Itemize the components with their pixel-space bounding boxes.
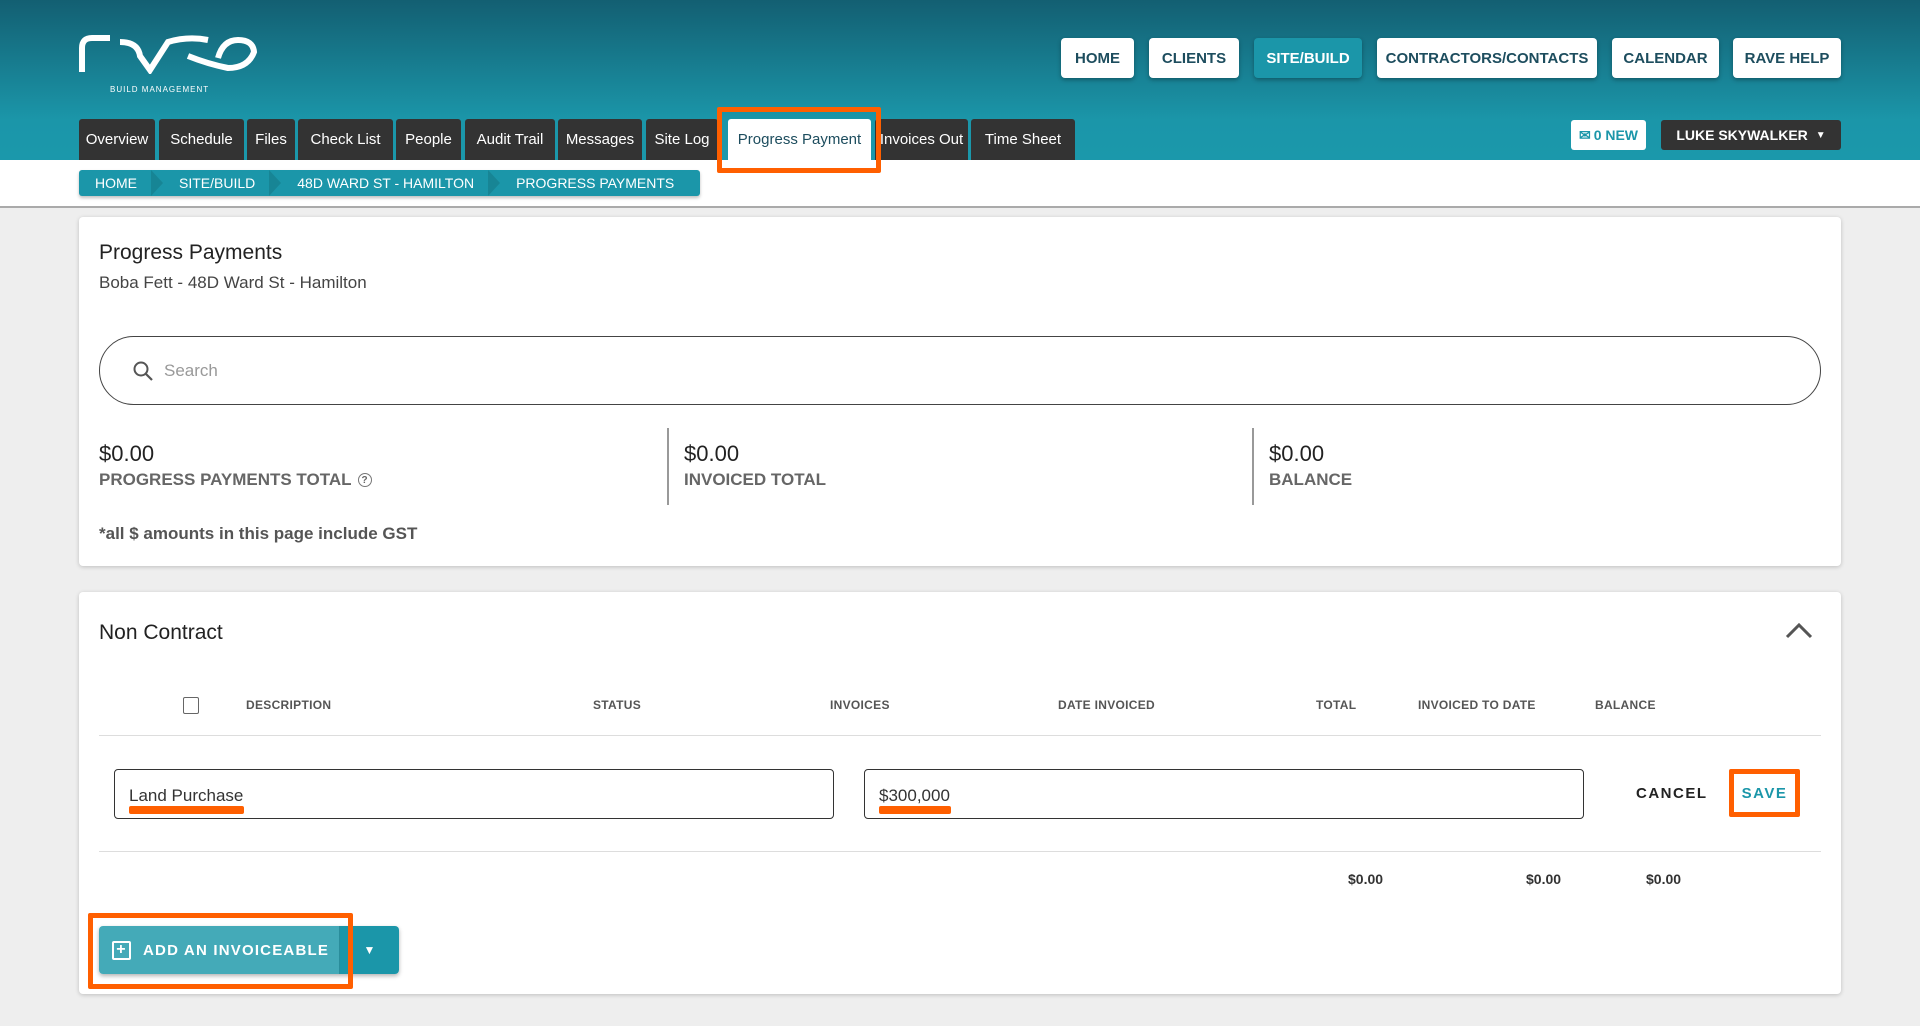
save-button[interactable]: SAVE — [1729, 769, 1800, 817]
balance-value: $0.00 — [1269, 441, 1325, 466]
tab-files[interactable]: Files — [247, 119, 295, 160]
nav-calendar[interactable]: CALENDAR — [1612, 38, 1719, 78]
highlight-box — [88, 913, 353, 989]
nav-home[interactable]: HOME — [1061, 38, 1134, 78]
caret-down-icon: ▼ — [1815, 129, 1826, 141]
nav-site-build[interactable]: SITE/BUILD — [1254, 38, 1362, 78]
progress-total-value: $0.00 — [99, 441, 155, 466]
balance-label: BALANCE — [1269, 470, 1353, 489]
progress-total-label: PROGRESS PAYMENTS TOTAL — [99, 470, 352, 489]
messages-count: 0 NEW — [1593, 127, 1639, 143]
col-invoiced-to-date: INVOICED TO DATE — [1418, 698, 1536, 712]
breadcrumb-progress-payments[interactable]: PROGRESS PAYMENTS — [500, 170, 700, 196]
nav-clients[interactable]: CLIENTS — [1149, 38, 1239, 78]
breadcrumb-site-build[interactable]: SITE/BUILD — [163, 170, 282, 196]
amount-input[interactable]: $300,000 — [864, 769, 1584, 819]
breadcrumb-home[interactable]: HOME — [79, 170, 163, 196]
tab-check-list[interactable]: Check List — [298, 119, 393, 160]
tab-schedule[interactable]: Schedule — [159, 119, 244, 160]
stat-divider — [1252, 428, 1254, 505]
tab-audit-trail[interactable]: Audit Trail — [465, 119, 555, 160]
nav-contractors-contacts[interactable]: CONTRACTORS/CONTACTS — [1377, 38, 1597, 78]
tab-overview[interactable]: Overview — [79, 119, 155, 160]
tab-site-log[interactable]: Site Log — [646, 119, 718, 160]
search-input[interactable]: Search — [99, 336, 1821, 405]
description-input[interactable]: Land Purchase — [114, 769, 834, 819]
select-all-checkbox[interactable] — [183, 697, 199, 714]
help-icon[interactable]: ? — [357, 473, 372, 487]
balance-sum: $0.00 — [1646, 871, 1682, 887]
page-title: Progress Payments — [99, 241, 283, 264]
messages-button[interactable]: ✉ 0 NEW — [1571, 120, 1646, 150]
description-value: Land Purchase — [129, 786, 244, 805]
page-subtitle: Boba Fett - 48D Ward St - Hamilton — [99, 273, 367, 292]
invoiced-total-value: $0.00 — [684, 441, 740, 466]
caret-down-icon: ▼ — [363, 943, 376, 957]
col-invoices: INVOICES — [830, 698, 890, 712]
gst-note: *all $ amounts in this page include GST — [99, 524, 418, 543]
invoiced-total-label: INVOICED TOTAL — [684, 470, 826, 489]
col-date-invoiced: DATE INVOICED — [1058, 698, 1156, 712]
total-sum: $0.00 — [1348, 871, 1384, 887]
user-menu[interactable]: LUKE SKYWALKER ▼ — [1661, 120, 1841, 150]
logo-tagline: BUILD MANAGEMENT — [110, 85, 210, 94]
user-name: LUKE SKYWALKER — [1676, 127, 1808, 143]
search-icon — [133, 361, 153, 381]
stat-divider — [667, 428, 669, 505]
col-total: TOTAL — [1316, 698, 1357, 712]
tab-invoices-out[interactable]: Invoices Out — [875, 119, 968, 160]
breadcrumb-site[interactable]: 48D WARD ST - HAMILTON — [281, 170, 500, 196]
breadcrumb: HOME SITE/BUILD 48D WARD ST - HAMILTON P… — [79, 170, 701, 196]
chevron-up-icon[interactable] — [1784, 620, 1814, 640]
search-placeholder: Search — [164, 360, 218, 380]
invoiced-to-date-sum: $0.00 — [1526, 871, 1562, 887]
highlight-box — [717, 107, 881, 173]
col-balance: BALANCE — [1595, 698, 1656, 712]
tab-messages[interactable]: Messages — [558, 119, 642, 160]
cancel-button[interactable]: CANCEL — [1636, 785, 1708, 802]
rave-logo[interactable]: BUILD MANAGEMENT — [78, 34, 258, 94]
col-description: DESCRIPTION — [246, 698, 332, 712]
highlight-underline — [129, 806, 244, 814]
section-title: Non Contract — [99, 621, 223, 644]
amount-value: $300,000 — [879, 786, 950, 805]
envelope-icon: ✉ — [1578, 126, 1591, 143]
highlight-underline — [879, 806, 951, 814]
tab-people[interactable]: People — [396, 119, 461, 160]
divider — [99, 735, 1821, 736]
divider — [99, 851, 1821, 852]
tab-time-sheet[interactable]: Time Sheet — [971, 119, 1075, 160]
col-status: STATUS — [593, 698, 642, 712]
nav-rave-help[interactable]: RAVE HELP — [1733, 38, 1841, 78]
